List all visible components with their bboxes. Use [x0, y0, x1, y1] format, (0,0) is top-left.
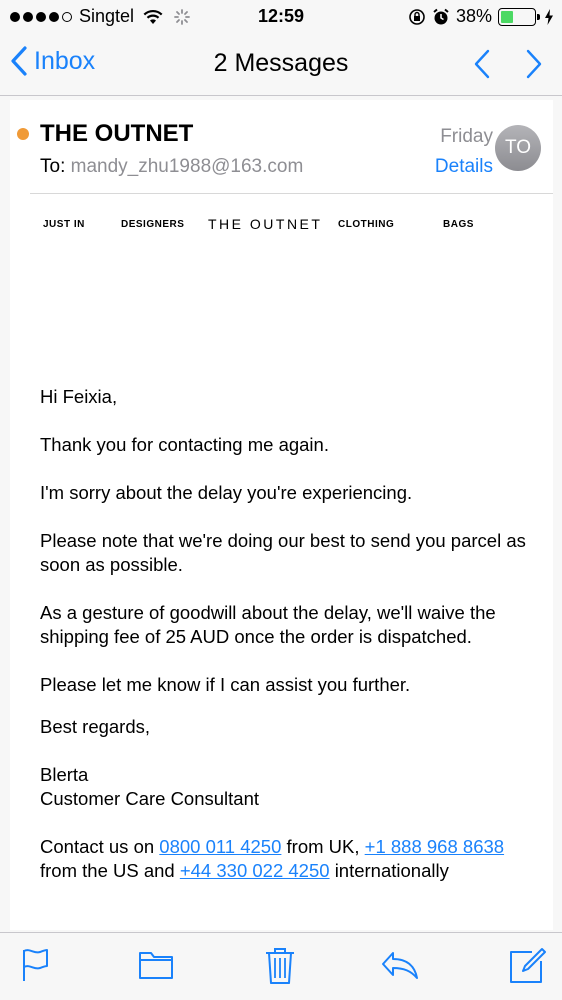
- contact-info: Contact us on 0800 011 4250 from UK, +1 …: [40, 835, 535, 883]
- sender-avatar: TO: [495, 125, 541, 171]
- previous-message-button[interactable]: [472, 48, 492, 80]
- closing: Best regards,: [40, 716, 151, 737]
- details-link[interactable]: Details: [435, 156, 493, 178]
- recipient-address[interactable]: mandy_zhu1988@163.com: [71, 156, 304, 177]
- signature: Blerta Customer Care Consultant: [40, 763, 535, 811]
- recipient-line: To: mandy_zhu1988@163.com: [40, 156, 303, 178]
- bottom-toolbar: [0, 932, 562, 1000]
- body-paragraph: Please note that we're doing our best to…: [40, 530, 526, 575]
- message-date: Friday: [440, 126, 493, 147]
- folder-icon[interactable]: [138, 947, 174, 981]
- signature-name: Blerta: [40, 764, 89, 785]
- reply-icon[interactable]: [380, 947, 420, 981]
- to-label: To:: [40, 156, 66, 177]
- battery-icon: [498, 7, 540, 26]
- unread-indicator: [17, 128, 29, 140]
- back-label: Inbox: [34, 46, 96, 75]
- charging-icon: [545, 8, 553, 25]
- body-paragraph: Thank you for contacting me again.: [40, 434, 329, 455]
- alarm-icon: [433, 8, 449, 24]
- brand-logo[interactable]: THE OUTNET: [208, 216, 322, 232]
- orientation-lock-icon: [409, 8, 425, 25]
- next-message-button[interactable]: [524, 48, 544, 80]
- nav-link-bags[interactable]: BAGS: [443, 219, 474, 230]
- phone-link-uk[interactable]: 0800 011 4250: [159, 836, 281, 857]
- contact-text: from the US and: [40, 860, 175, 881]
- navigation-bar: Inbox 2 Messages: [0, 34, 562, 96]
- phone-link-us[interactable]: +1 888 968 8638: [365, 836, 504, 857]
- battery-level: [501, 10, 514, 23]
- nav-link-clothing[interactable]: CLOTHING: [338, 219, 394, 230]
- sender-name[interactable]: THE OUTNET: [40, 120, 193, 148]
- brand-navigation: JUST IN DESIGNERS THE OUTNET CLOTHING BA…: [10, 194, 553, 266]
- body-paragraph: As a gesture of goodwill about the delay…: [40, 602, 496, 647]
- body-paragraph: Please let me know if I can assist you f…: [40, 674, 411, 695]
- signature-title: Customer Care Consultant: [40, 788, 260, 809]
- contact-text: Contact us on: [40, 836, 155, 857]
- phone-link-international[interactable]: +44 330 022 4250: [180, 860, 330, 881]
- contact-text: from UK,: [286, 836, 360, 857]
- greeting: Hi Feixia,: [40, 386, 118, 407]
- nav-link-just-in[interactable]: JUST IN: [43, 219, 85, 230]
- chevron-left-icon: [11, 46, 27, 76]
- message-view: THE OUTNET To: mandy_zhu1988@163.com Fri…: [10, 100, 553, 930]
- trash-icon[interactable]: [264, 947, 296, 985]
- flag-icon[interactable]: [20, 947, 50, 983]
- nav-link-designers[interactable]: DESIGNERS: [121, 219, 184, 230]
- message-header: THE OUTNET To: mandy_zhu1988@163.com Fri…: [17, 100, 553, 194]
- compose-icon[interactable]: [508, 947, 546, 985]
- body-paragraph: I'm sorry about the delay you're experie…: [40, 482, 413, 503]
- message-navigation: [472, 48, 544, 80]
- message-body: Hi Feixia, Thank you for contacting me a…: [40, 385, 535, 907]
- back-to-inbox-button[interactable]: Inbox: [10, 46, 95, 76]
- contact-text: internationally: [334, 860, 449, 881]
- status-right: 38%: [408, 6, 554, 27]
- battery-percent: 38%: [455, 6, 492, 26]
- status-bar: Singtel 12:59 38%: [0, 0, 562, 34]
